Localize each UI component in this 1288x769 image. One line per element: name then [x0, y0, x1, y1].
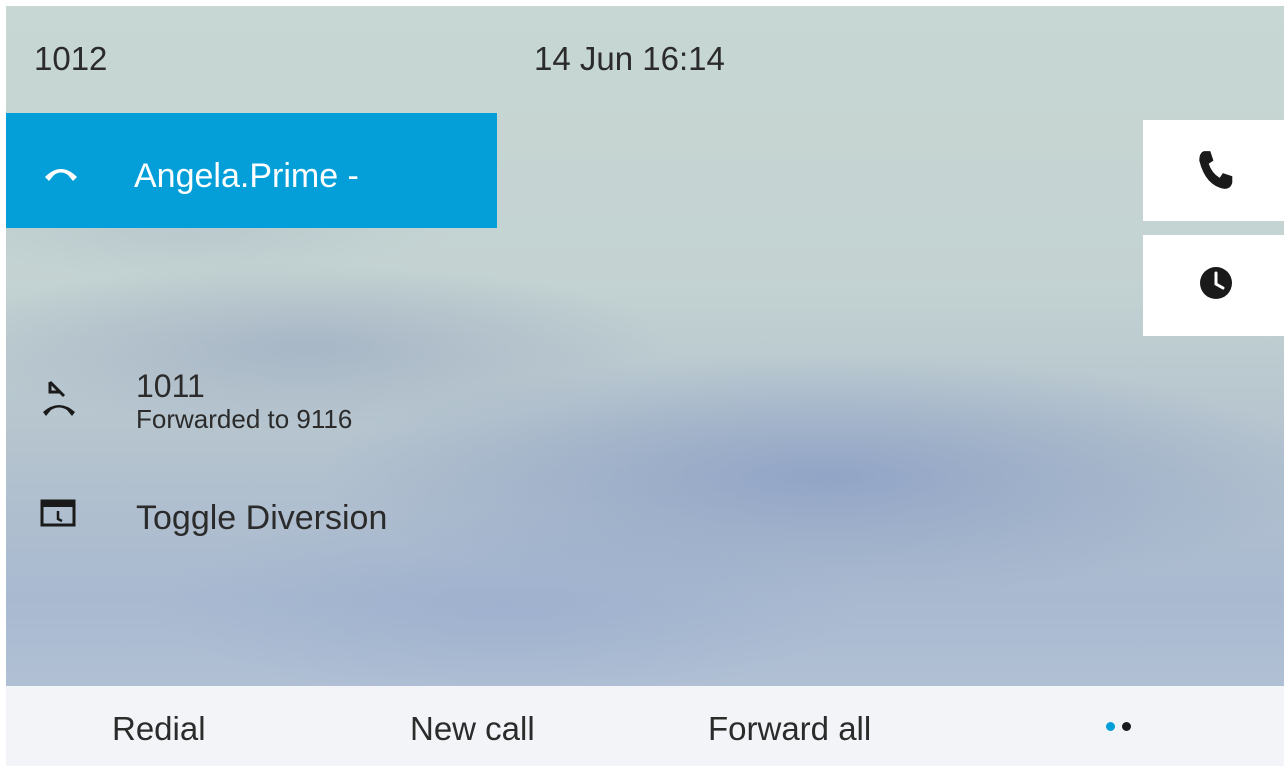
- recents-button[interactable]: [1143, 235, 1284, 336]
- handset-down-icon: [42, 157, 80, 190]
- page-dot-inactive: [1122, 722, 1131, 731]
- call-forward-icon: [40, 378, 78, 423]
- forward-all-softkey[interactable]: Forward all: [708, 710, 871, 748]
- redial-softkey[interactable]: Redial: [112, 710, 206, 748]
- phone-icon: [1199, 151, 1233, 189]
- page-indicator[interactable]: [1106, 722, 1146, 736]
- softkey-bar: Redial New call Forward all: [6, 686, 1284, 766]
- forward-from-number: 1011: [136, 368, 205, 404]
- date-time: 14 Jun 16:14: [534, 40, 725, 77]
- call-forward-status[interactable]: 1011 Forwarded to 9116: [6, 368, 706, 438]
- forward-detail: Forwarded to 9116: [136, 404, 353, 434]
- service-window-icon: [40, 499, 76, 534]
- phone-screen: 1012 14 Jun 16:14 Angela.Prime - 1011 Fo…: [6, 6, 1284, 766]
- page-dot-active: [1106, 722, 1115, 731]
- phone-button[interactable]: [1143, 120, 1284, 221]
- line-extension: 1012: [34, 40, 108, 77]
- line-key-label: Angela.Prime -: [134, 157, 359, 195]
- clock-icon: [1200, 267, 1232, 299]
- toggle-diversion-label: Toggle Diversion: [136, 499, 388, 537]
- toggle-diversion-item[interactable]: Toggle Diversion: [6, 499, 706, 547]
- line-key-angela-prime[interactable]: Angela.Prime -: [6, 113, 497, 228]
- new-call-softkey[interactable]: New call: [410, 710, 535, 748]
